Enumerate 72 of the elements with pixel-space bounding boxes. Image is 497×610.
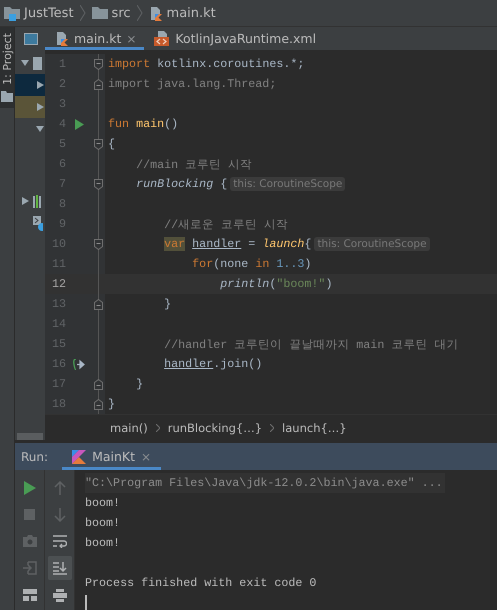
window-icon[interactable] <box>24 32 38 44</box>
scroll-to-end-icon[interactable] <box>52 562 66 575</box>
tree-row[interactable] <box>15 74 45 96</box>
fold-icon[interactable] <box>94 78 103 90</box>
close-icon[interactable]: × <box>126 32 136 46</box>
run-icon[interactable] <box>24 480 36 495</box>
expand-arrow-icon[interactable] <box>21 197 29 205</box>
code-line: //handler 코루틴이 끝날때까지 main 코루틴 대기 <box>163 336 458 352</box>
code-line: var handler = launch{ <box>163 237 312 251</box>
code-line: handler.join() <box>163 357 262 371</box>
console-line: Process finished with exit code 0 <box>85 575 316 592</box>
kotlin-file-icon <box>55 31 69 46</box>
breadcrumb-item[interactable]: src <box>112 6 131 20</box>
inlay-hint: this: CoroutineScope <box>230 177 346 191</box>
breadcrumb-item[interactable]: main() <box>110 420 148 434</box>
folder-icon <box>92 6 108 20</box>
chevron-icon <box>270 424 274 432</box>
xml-file-icon <box>154 31 170 46</box>
project-folder-icon <box>4 6 20 20</box>
line-number: 12 <box>50 277 66 291</box>
fold-icon[interactable] <box>94 238 103 250</box>
breadcrumb-item[interactable]: launch{…} <box>282 420 347 434</box>
editor-tab[interactable]: KotlinJavaRuntime.xml <box>144 27 324 50</box>
console-line: boom! <box>85 515 120 532</box>
code-line: } <box>108 397 116 411</box>
run-tab[interactable]: MainKt × <box>62 443 162 470</box>
collapse-arrow-icon[interactable] <box>21 59 29 67</box>
tree-row[interactable] <box>15 96 45 118</box>
breadcrumb-item[interactable]: runBlocking{…} <box>168 420 262 434</box>
inlay-hint: this: CoroutineScope <box>314 237 430 251</box>
fold-icon[interactable] <box>94 58 103 70</box>
print-icon[interactable] <box>52 588 66 602</box>
expand-arrow-icon[interactable] <box>36 81 44 89</box>
library-icon <box>33 194 41 208</box>
fold-icon[interactable] <box>94 378 103 390</box>
code-line: println("boom!") <box>219 277 332 291</box>
scrollbar[interactable] <box>17 433 43 440</box>
text-cursor <box>85 595 87 610</box>
code-line: for(none in 1..3) <box>191 257 312 271</box>
layout-icon[interactable] <box>22 589 36 602</box>
run-panel-title: Run: <box>20 450 50 464</box>
code-line: runBlocking { <box>135 177 228 191</box>
soft-wrap-icon[interactable] <box>52 534 66 548</box>
collapse-arrow-icon[interactable] <box>36 125 44 133</box>
code-line: fun main() <box>108 117 178 131</box>
run-icon[interactable] <box>74 118 84 130</box>
kotlin-file-icon <box>148 6 163 20</box>
code-line: //main 코루틴 시작 <box>135 156 252 172</box>
chevron-icon <box>80 5 86 21</box>
project-tool-tab[interactable]: 1: Project <box>0 27 14 108</box>
code-line: } <box>163 297 172 311</box>
file-icon <box>33 56 42 70</box>
code-line: { <box>108 137 116 151</box>
chevron-icon <box>136 5 143 21</box>
console-line: boom! <box>85 495 120 512</box>
code-line: //새로운 코루틴 시작 <box>163 216 288 232</box>
chevron-icon <box>156 424 160 432</box>
toolbar-button[interactable] <box>48 556 72 580</box>
breadcrumb-item[interactable]: main.kt <box>166 6 216 20</box>
code-line: } <box>135 377 144 391</box>
expand-arrow-icon[interactable] <box>36 103 44 111</box>
fold-icon[interactable] <box>94 398 103 410</box>
fold-icon[interactable] <box>94 138 103 150</box>
code-line: import java.lang.Thread; <box>108 77 276 91</box>
fold-icon[interactable] <box>94 178 103 190</box>
console-line: boom! <box>85 535 120 552</box>
folder-icon <box>1 90 13 102</box>
fold-icon[interactable] <box>94 298 103 310</box>
kotlin-icon <box>72 450 86 464</box>
breadcrumb-item[interactable]: JustTest <box>24 6 74 20</box>
suspend-call-icon <box>73 358 85 370</box>
code-line: import kotlinx.coroutines.*; <box>108 57 304 71</box>
